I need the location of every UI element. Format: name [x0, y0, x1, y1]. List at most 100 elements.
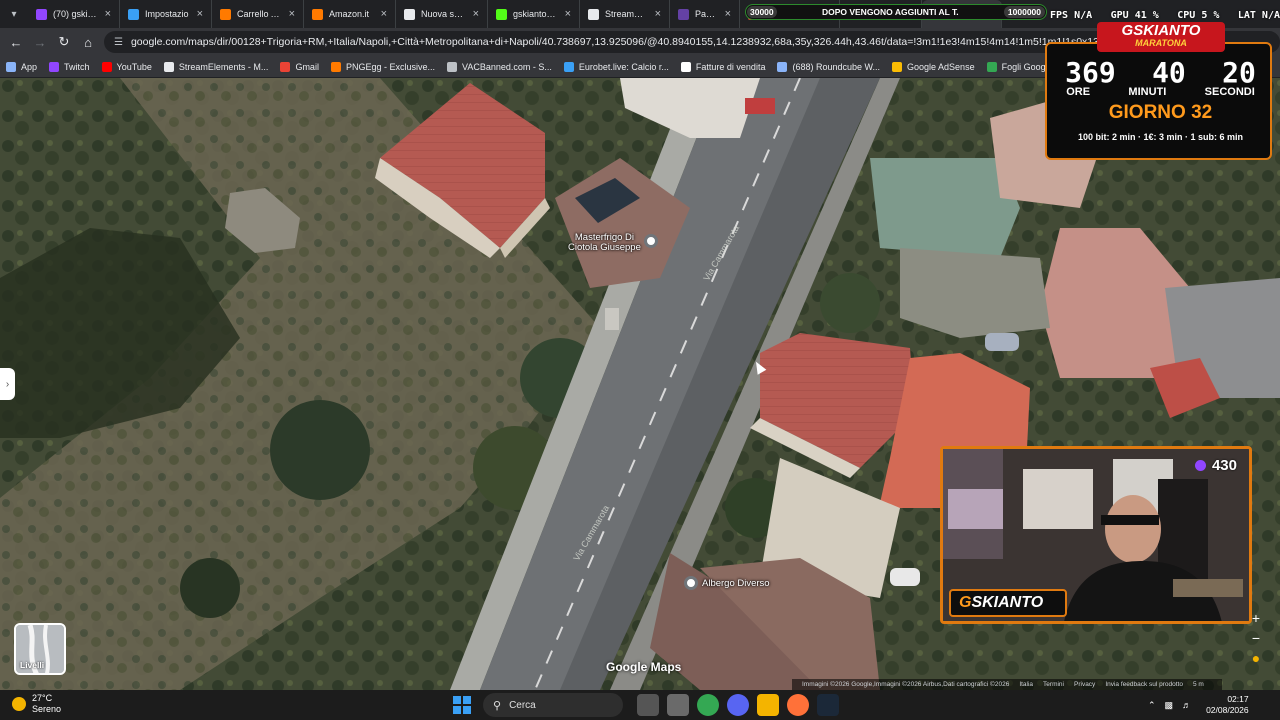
chrome-icon[interactable]: [697, 694, 719, 716]
bookmark-item[interactable]: VACBanned.com - S...: [446, 61, 552, 72]
bookmark-item[interactable]: (688) Roundcube W...: [777, 61, 881, 72]
file-explorer-icon[interactable]: [757, 694, 779, 716]
clock[interactable]: 02:17 02/08/2026: [1206, 694, 1249, 716]
taskbar-search[interactable]: ⚲ Cerca: [483, 693, 623, 717]
attribution-link[interactable]: 5 m: [1193, 681, 1204, 688]
poi-pin-masterfrigo[interactable]: [644, 234, 662, 248]
tab-title: Impostazio: [145, 9, 189, 19]
zoom-out-button[interactable]: −: [1246, 628, 1266, 648]
firefox-icon[interactable]: [787, 694, 809, 716]
attribution-link[interactable]: Invia feedback sul prodotto: [1105, 681, 1183, 688]
system-tray: ⌃ ▩ ♬ 02:17 02/08/2026: [1148, 693, 1249, 717]
cpu-stat: CPU 5 %: [1177, 10, 1220, 21]
weather-widget[interactable]: 27°C Sereno: [12, 693, 61, 715]
bookmark-item[interactable]: Twitch: [49, 61, 90, 72]
tab-favicon-icon: [678, 8, 689, 20]
ticker-text: DOPO VENGONO AGGIUNTI AL T.: [821, 7, 959, 17]
start-button[interactable]: [453, 696, 471, 714]
close-tab-icon[interactable]: ×: [105, 8, 111, 20]
store-icon[interactable]: [667, 694, 689, 716]
close-tab-icon[interactable]: ×: [197, 8, 203, 20]
day-counter: GIORNO 32: [1108, 102, 1213, 123]
bookmark-item[interactable]: YouTube: [101, 61, 152, 72]
bookmark-item[interactable]: Eurobet.live: Calcio r...: [563, 61, 669, 72]
bookmark-label: StreamElements - M...: [178, 61, 269, 72]
seconds-label: SECONDI: [1204, 86, 1255, 98]
close-tab-icon[interactable]: ×: [473, 8, 479, 20]
tab-favicon-icon: [496, 8, 507, 20]
browser-tab[interactable]: Panoramica ×: [670, 0, 740, 28]
bookmark-favicon-icon: [563, 61, 574, 72]
bookmark-label: App: [21, 61, 38, 72]
moon-icon: [12, 697, 26, 711]
tab-favicon-icon: [220, 8, 231, 20]
tab-title: Nuova sche: [421, 9, 467, 19]
bookmark-item[interactable]: Fogli Google: [986, 61, 1053, 72]
attribution-link[interactable]: Termini: [1043, 681, 1064, 688]
timer-minutes: 40: [1152, 56, 1186, 89]
bookmark-label: YouTube: [116, 61, 152, 72]
site-info-icon[interactable]: ☰: [114, 37, 123, 48]
streamer-handle: G SKIANTO: [949, 589, 1067, 617]
weather-temp: 27°C: [32, 693, 53, 703]
task-view-icon[interactable]: [637, 694, 659, 716]
browser-tab[interactable]: (70) gskiant ×: [28, 0, 120, 28]
forward-icon[interactable]: →: [28, 30, 52, 54]
google-maps-logo: Google Maps: [606, 660, 682, 674]
close-tab-icon[interactable]: ×: [289, 8, 295, 20]
home-icon[interactable]: ⌂: [76, 30, 100, 54]
bookmark-item[interactable]: Google AdSense: [892, 61, 975, 72]
steam-icon[interactable]: [817, 694, 839, 716]
bookmark-item[interactable]: StreamElements - M...: [163, 61, 269, 72]
browser-tab[interactable]: Impostazio ×: [120, 0, 212, 28]
close-tab-icon[interactable]: ×: [565, 8, 571, 20]
browser-tab[interactable]: Carrello Am ×: [212, 0, 304, 28]
back-icon[interactable]: ←: [4, 30, 28, 54]
bookmark-item[interactable]: App: [6, 61, 38, 72]
bookmark-label: VACBanned.com - S...: [461, 61, 552, 72]
poi-label-masterfrigo[interactable]: Masterfrigo Di Ciotola Giuseppe: [568, 233, 641, 253]
browser-tab[interactable]: Nuova sche ×: [396, 0, 488, 28]
minutes-label: MINUTI: [1128, 86, 1167, 98]
bookmark-favicon-icon: [892, 61, 903, 72]
tab-favicon-icon: [404, 8, 415, 20]
browser-tab[interactable]: gskiantoLive ×: [488, 0, 580, 28]
bookmark-label: Eurobet.live: Calcio r...: [578, 61, 669, 72]
tab-favicon-icon: [588, 8, 599, 20]
bookmark-favicon-icon: [163, 61, 174, 72]
timer-seconds: 20: [1222, 56, 1256, 89]
tab-title: Carrello Am: [237, 9, 283, 19]
network-icon[interactable]: ▩: [1165, 700, 1174, 711]
poi-albergo-diverso[interactable]: Albergo Diverso: [684, 576, 770, 590]
browser-tab[interactable]: Amazon.it ×: [304, 0, 396, 28]
tab-search-icon[interactable]: ▾: [0, 0, 28, 28]
expand-sidebar-button[interactable]: ›: [0, 368, 15, 400]
bookmark-item[interactable]: Gmail: [280, 61, 319, 72]
ticker-right-value: 1000000: [1003, 6, 1045, 18]
bookmark-label: (688) Roundcube W...: [792, 61, 881, 72]
browser-tab[interactable]: StreamElem ×: [580, 0, 670, 28]
close-tab-icon[interactable]: ×: [381, 8, 387, 20]
chevron-up-icon[interactable]: ⌃: [1148, 700, 1156, 711]
close-tab-icon[interactable]: ×: [725, 8, 731, 20]
tab-title: (70) gskiant: [53, 9, 99, 19]
bookmark-item[interactable]: Fatture di vendita: [680, 61, 765, 72]
bookmark-label: Twitch: [64, 61, 90, 72]
reload-icon[interactable]: ↻: [52, 30, 76, 54]
pegman-icon[interactable]: ●: [1246, 648, 1266, 668]
layers-button[interactable]: Livelli: [14, 623, 66, 675]
bookmark-favicon-icon: [280, 61, 291, 72]
bookmark-item[interactable]: PNGEgg - Exclusive...: [330, 61, 435, 72]
performance-stats: FPS N/A GPU 41 % CPU 5 % LAT N/A: [1050, 10, 1280, 21]
attribution-link[interactable]: Privacy: [1074, 681, 1095, 688]
volume-icon[interactable]: ♬: [1182, 700, 1191, 710]
attribution-link[interactable]: Italia: [1019, 681, 1033, 688]
place-pin-icon: [684, 576, 698, 590]
brand-subtitle: MARATONA: [1135, 38, 1187, 48]
bookmark-favicon-icon: [446, 61, 457, 72]
windows-taskbar: 27°C Sereno ⚲ Cerca ⌃ ▩ ♬ 02:17 02/08/20…: [0, 690, 1280, 720]
webcam-frame: 430 G SKIANTO: [940, 446, 1252, 624]
close-tab-icon[interactable]: ×: [655, 8, 661, 20]
clock-date: 02/08/2026: [1206, 705, 1249, 715]
discord-icon[interactable]: [727, 694, 749, 716]
